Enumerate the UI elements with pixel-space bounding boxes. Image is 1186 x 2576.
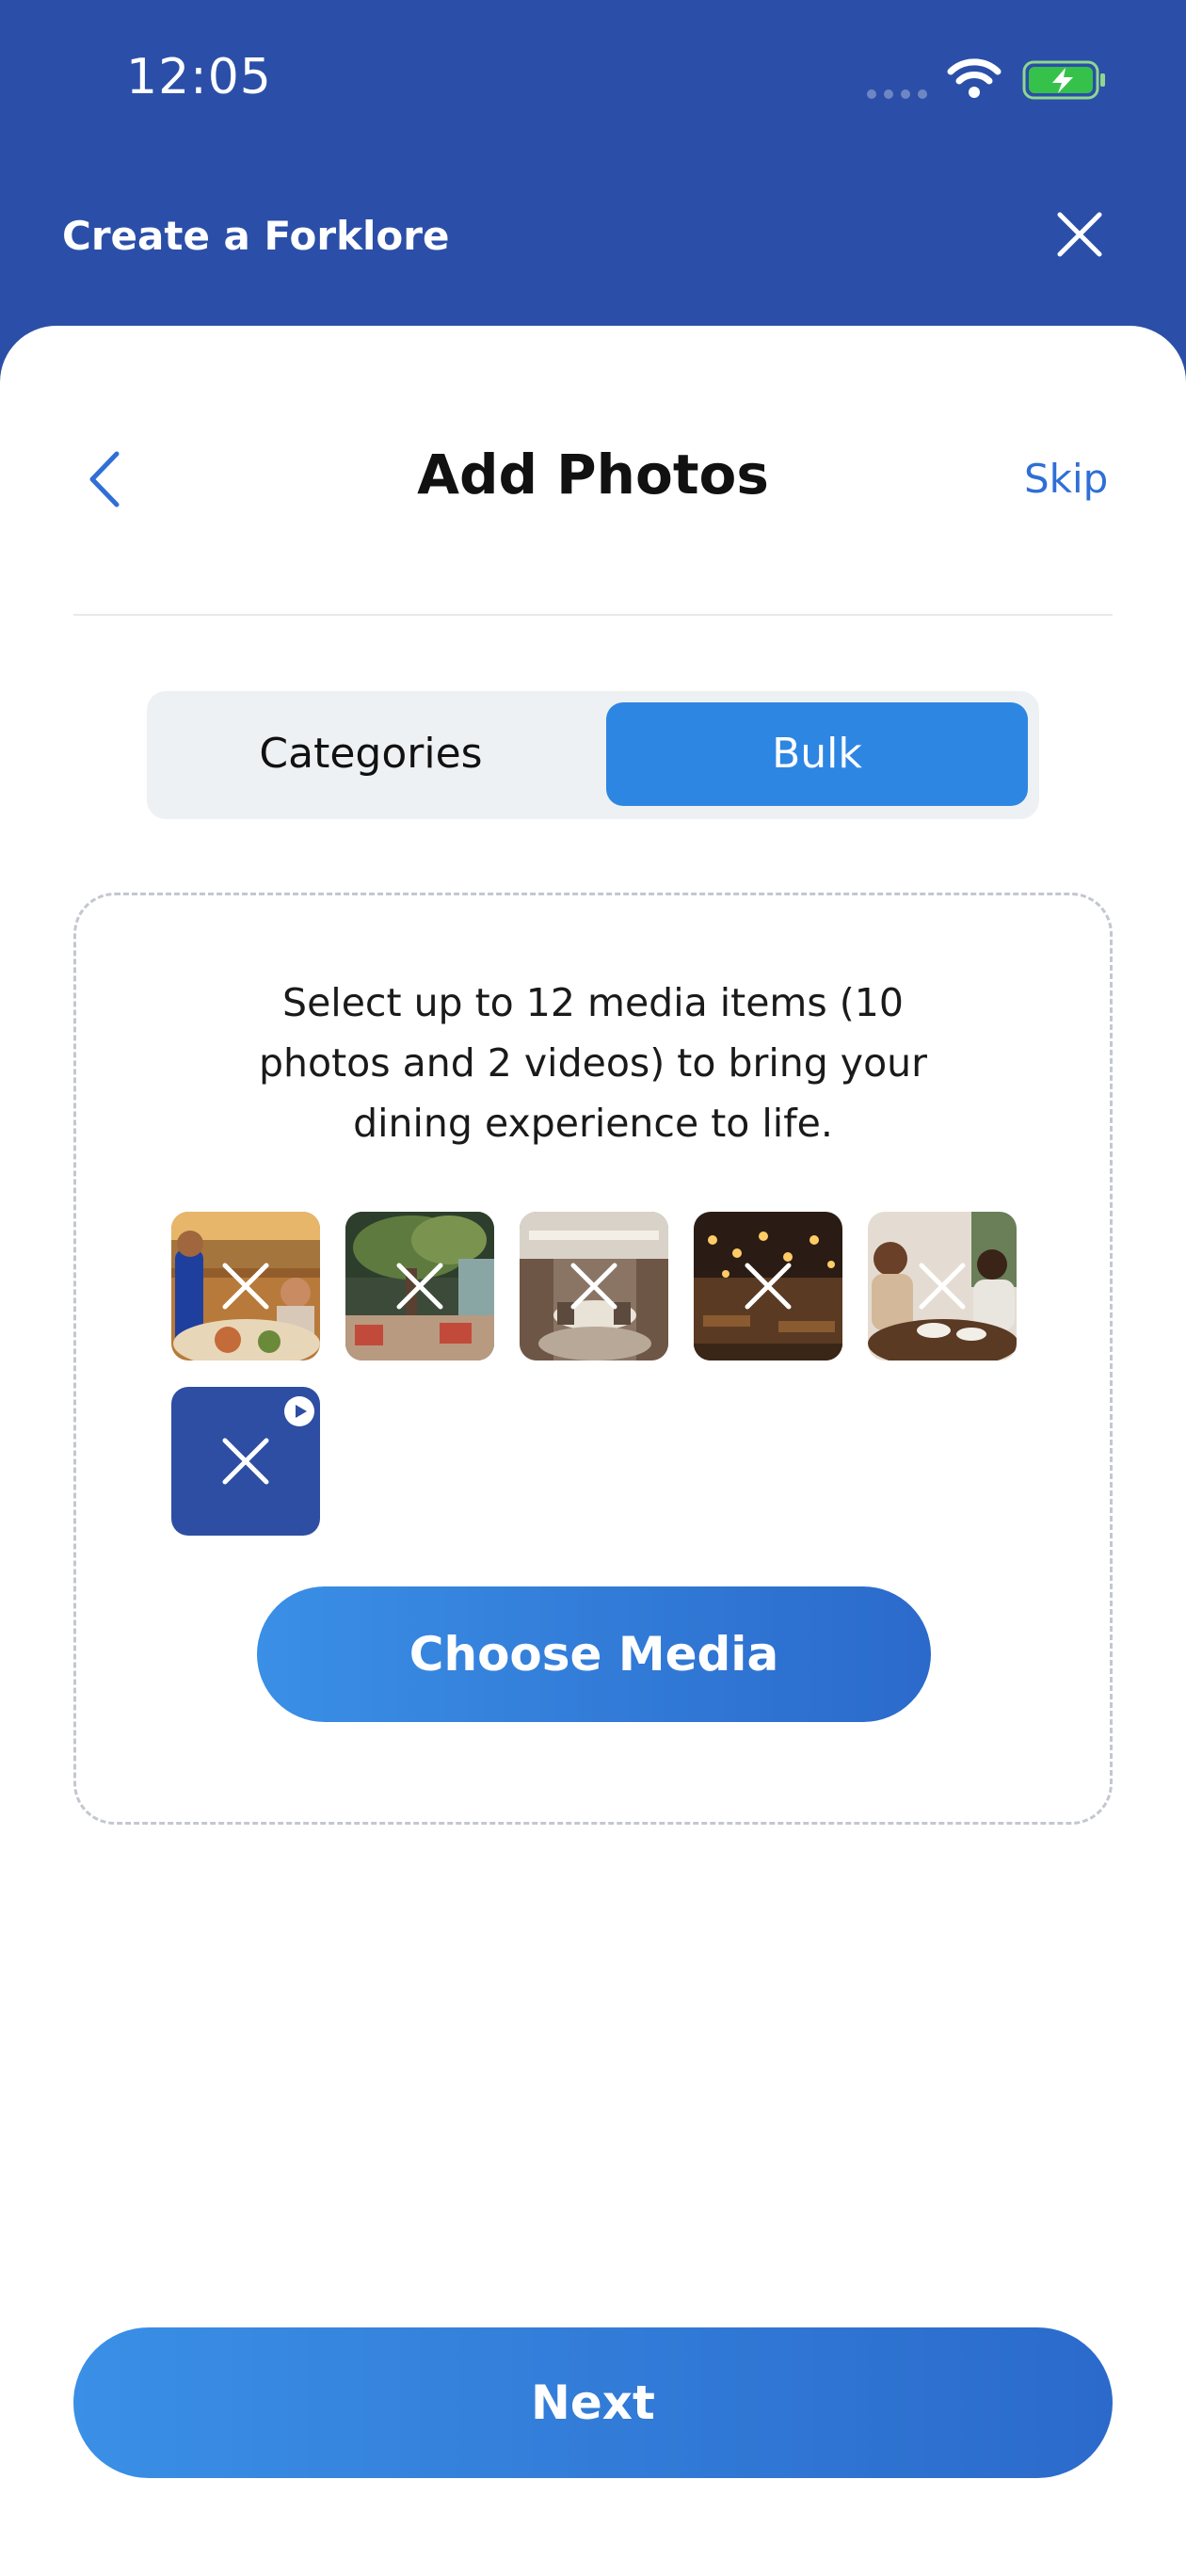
close-icon[interactable] [566, 1258, 622, 1314]
media-thumbnail[interactable] [171, 1212, 320, 1360]
battery-charging-icon [1022, 60, 1105, 100]
close-icon[interactable] [914, 1258, 970, 1314]
wifi-icon [947, 58, 1002, 98]
app-header-title: Create a Forklore [62, 213, 450, 259]
close-icon[interactable] [1054, 209, 1105, 260]
close-icon[interactable] [217, 1258, 274, 1314]
cellular-signal-icon [867, 89, 927, 99]
close-icon[interactable] [740, 1258, 796, 1314]
choose-media-button[interactable]: Choose Media [257, 1586, 931, 1722]
divider [73, 614, 1113, 616]
media-thumbnail-video[interactable] [171, 1387, 320, 1536]
mode-segmented-control: Categories Bulk [147, 691, 1039, 819]
page-title: Add Photos [417, 443, 769, 507]
media-thumbnail[interactable] [694, 1212, 842, 1360]
close-icon[interactable] [392, 1258, 448, 1314]
status-bar: 12:05 [0, 0, 1186, 160]
next-button[interactable]: Next [73, 2327, 1113, 2478]
media-thumbnail[interactable] [520, 1212, 668, 1360]
upload-instructions: Select up to 12 media items (10 photos a… [258, 980, 927, 1146]
close-icon[interactable] [217, 1433, 274, 1489]
tab-categories[interactable]: Categories [158, 702, 584, 806]
status-time: 12:05 [126, 49, 272, 105]
add-photos-sheet: Add Photos Skip Categories Bulk Select u… [0, 326, 1186, 2576]
tab-bulk[interactable]: Bulk [606, 702, 1028, 806]
media-dropzone: Select up to 12 media items (10 photos a… [73, 893, 1113, 1825]
skip-button[interactable]: Skip [1024, 456, 1108, 502]
media-thumbnail[interactable] [868, 1212, 1017, 1360]
app-header: Create a Forklore [0, 160, 1186, 348]
play-icon [284, 1396, 314, 1426]
media-thumbnail[interactable] [345, 1212, 494, 1360]
